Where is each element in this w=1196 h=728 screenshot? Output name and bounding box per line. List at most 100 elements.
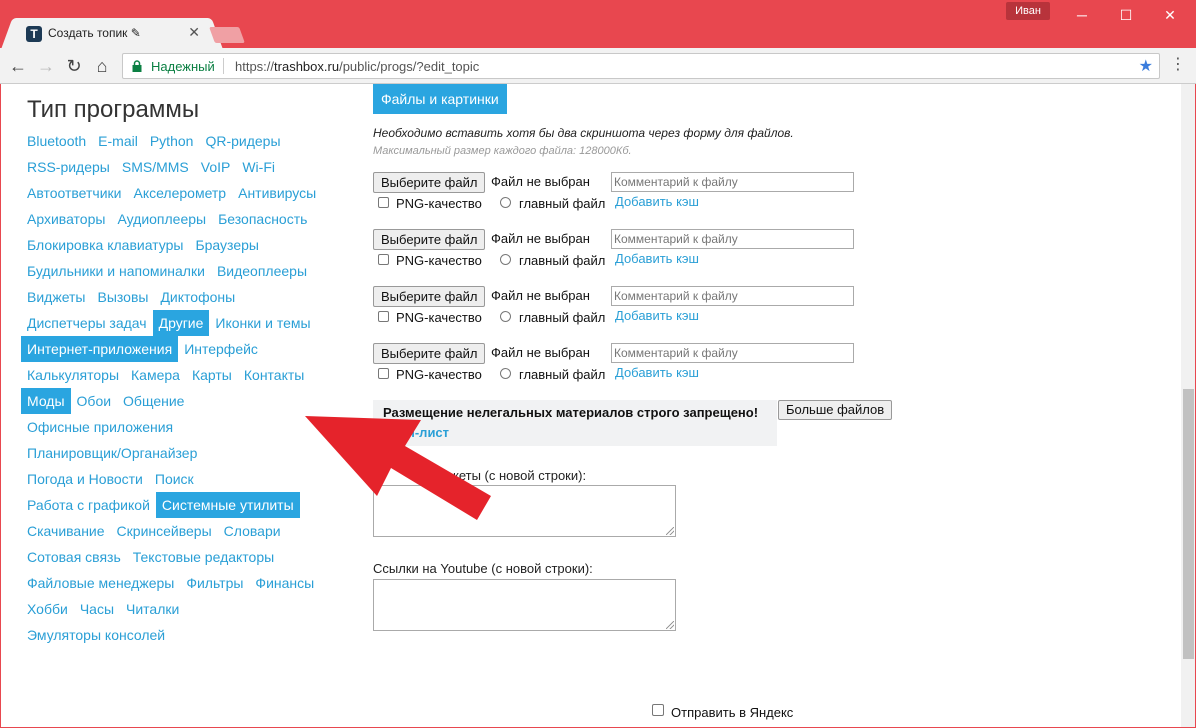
png-quality-label: PNG-качество	[396, 196, 482, 211]
file-comment-input[interactable]: Комментарий к файлу	[611, 343, 854, 363]
browser-tab[interactable]: T Создать топик ✎ ✕	[14, 18, 210, 48]
maximize-icon[interactable]: ☐	[1104, 0, 1148, 30]
category-tag[interactable]: SMS/MMS	[116, 154, 195, 180]
choose-file-button[interactable]: Выберите файл	[373, 172, 486, 193]
png-quality-checkbox[interactable]	[378, 197, 389, 208]
category-tag[interactable]: Камера	[125, 362, 186, 388]
site-favicon-icon: T	[26, 26, 42, 42]
category-tag[interactable]: Офисные приложения	[21, 414, 179, 440]
category-tag[interactable]: Диктофоны	[154, 284, 241, 310]
png-quality-checkbox[interactable]	[378, 368, 389, 379]
category-row: Моды Обои Общение	[21, 388, 341, 414]
category-tag[interactable]: Калькуляторы	[21, 362, 125, 388]
bookmark-star-icon[interactable]: ★	[1139, 56, 1153, 76]
add-cache-link[interactable]: Добавить кэш	[615, 308, 699, 323]
browser-menu-icon[interactable]: ⋮	[1170, 54, 1186, 74]
category-tag[interactable]: Автоответчики	[21, 180, 127, 206]
category-tag[interactable]: Поиск	[149, 466, 200, 492]
choose-file-button[interactable]: Выберите файл	[373, 229, 486, 250]
png-quality-checkbox[interactable]	[378, 254, 389, 265]
category-tag[interactable]: Моды	[21, 388, 71, 414]
category-tag[interactable]: Архиваторы	[21, 206, 111, 232]
category-tag[interactable]: Безопасность	[212, 206, 313, 232]
yandex-checkbox[interactable]	[652, 704, 664, 716]
home-icon[interactable]: ⌂	[90, 54, 114, 78]
category-tag[interactable]: E-mail	[92, 128, 144, 154]
category-tag[interactable]: Браузеры	[189, 232, 265, 258]
choose-file-button[interactable]: Выберите файл	[373, 286, 486, 307]
category-tag[interactable]: Аудиоплееры	[111, 206, 212, 232]
category-tag[interactable]: Часы	[74, 596, 120, 622]
back-icon[interactable]: ←	[6, 54, 30, 78]
category-tag[interactable]: Антивирусы	[232, 180, 322, 206]
category-tag[interactable]: Интернет-приложения	[21, 336, 179, 362]
category-tag[interactable]: Вызовы	[92, 284, 155, 310]
more-files-button[interactable]: Больше файлов	[778, 400, 893, 420]
main-file-radio[interactable]	[500, 368, 511, 379]
category-tag[interactable]: Системные утилиты	[155, 492, 300, 518]
category-tag[interactable]: Читалки	[120, 596, 185, 622]
category-tag[interactable]: Работа с графикой	[21, 492, 156, 518]
category-row: Эмуляторы консолей	[21, 622, 341, 648]
category-tag[interactable]: Иконки и темы	[209, 310, 316, 336]
category-tag[interactable]: Другие	[152, 310, 210, 336]
reload-icon[interactable]: ↻	[62, 54, 86, 78]
category-tag[interactable]: VoIP	[195, 154, 237, 180]
category-tag[interactable]: Скринсейверы	[111, 518, 218, 544]
minimize-icon[interactable]: ─	[1060, 0, 1104, 30]
category-tag[interactable]: Словари	[218, 518, 287, 544]
url-text[interactable]: https://trashbox.ru/public/progs/?edit_t…	[235, 59, 479, 74]
category-tag[interactable]: Скачивание	[21, 518, 111, 544]
main-file-radio[interactable]	[500, 254, 511, 265]
png-quality-checkbox[interactable]	[378, 311, 389, 322]
no-file-label: Файл не выбран	[491, 288, 590, 303]
category-tag[interactable]: Текстовые редакторы	[127, 544, 280, 570]
file-comment-input[interactable]: Комментарий к файлу	[611, 286, 854, 306]
category-tag[interactable]: Обои	[71, 388, 118, 414]
file-comment-input[interactable]: Комментарий к файлу	[611, 229, 854, 249]
youtube-textarea[interactable]	[373, 579, 676, 631]
category-tag[interactable]: Блокировка клавиатуры	[21, 232, 189, 258]
category-tag[interactable]: Общение	[117, 388, 190, 414]
category-row: Планировщик/Органайзер	[21, 440, 341, 466]
category-tag[interactable]: Файловые менеджеры	[21, 570, 180, 596]
add-cache-link[interactable]: Добавить кэш	[615, 365, 699, 380]
category-tag[interactable]: QR-ридеры	[199, 128, 286, 154]
category-tag[interactable]: Финансы	[249, 570, 320, 596]
category-tag[interactable]: Виджеты	[21, 284, 92, 310]
file-comment-input[interactable]: Комментарий к файлу	[611, 172, 854, 192]
category-tag[interactable]: Wi-Fi	[236, 154, 281, 180]
category-tag[interactable]: Python	[144, 128, 200, 154]
category-tag[interactable]: Будильники и напоминалки	[21, 258, 211, 284]
category-row: Интернет-приложения Интерфейс	[21, 336, 341, 362]
category-tag[interactable]: Фильтры	[180, 570, 249, 596]
main-file-label: главный файл	[519, 253, 606, 268]
category-tag[interactable]: RSS-ридеры	[21, 154, 116, 180]
category-tag[interactable]: Интерфейс	[178, 336, 264, 362]
profile-badge[interactable]: Иван	[1006, 2, 1050, 20]
forward-icon[interactable]: →	[34, 54, 58, 78]
scrollbar-thumb[interactable]	[1183, 389, 1194, 659]
category-tag[interactable]: Погода и Новости	[21, 466, 149, 492]
new-tab-button[interactable]	[209, 27, 245, 43]
category-tag[interactable]: Bluetooth	[21, 128, 92, 154]
add-cache-link[interactable]: Добавить кэш	[615, 251, 699, 266]
category-tag[interactable]: Хобби	[21, 596, 74, 622]
category-tag[interactable]: Контакты	[238, 362, 310, 388]
category-tag[interactable]: Планировщик/Органайзер	[21, 440, 203, 466]
category-tag[interactable]: Карты	[186, 362, 238, 388]
main-file-radio[interactable]	[500, 197, 511, 208]
choose-file-button[interactable]: Выберите файл	[373, 343, 486, 364]
category-tag[interactable]: Эмуляторы консолей	[21, 622, 171, 648]
close-window-icon[interactable]: ✕	[1148, 0, 1192, 30]
category-tag[interactable]: Сотовая связь	[21, 544, 127, 570]
category-tag[interactable]: Диспетчеры задач	[21, 310, 153, 336]
address-bar[interactable]: Надежный https://trashbox.ru/public/prog…	[122, 53, 1160, 79]
main-file-radio[interactable]	[500, 311, 511, 322]
category-tag[interactable]: Видеоплееры	[211, 258, 313, 284]
tab-close-icon[interactable]: ✕	[188, 24, 200, 41]
category-tag[interactable]: Акселерометр	[127, 180, 232, 206]
page-scrollbar[interactable]	[1181, 84, 1195, 727]
category-row: Будильники и напоминалки Видеоплееры	[21, 258, 341, 284]
add-cache-link[interactable]: Добавить кэш	[615, 194, 699, 209]
